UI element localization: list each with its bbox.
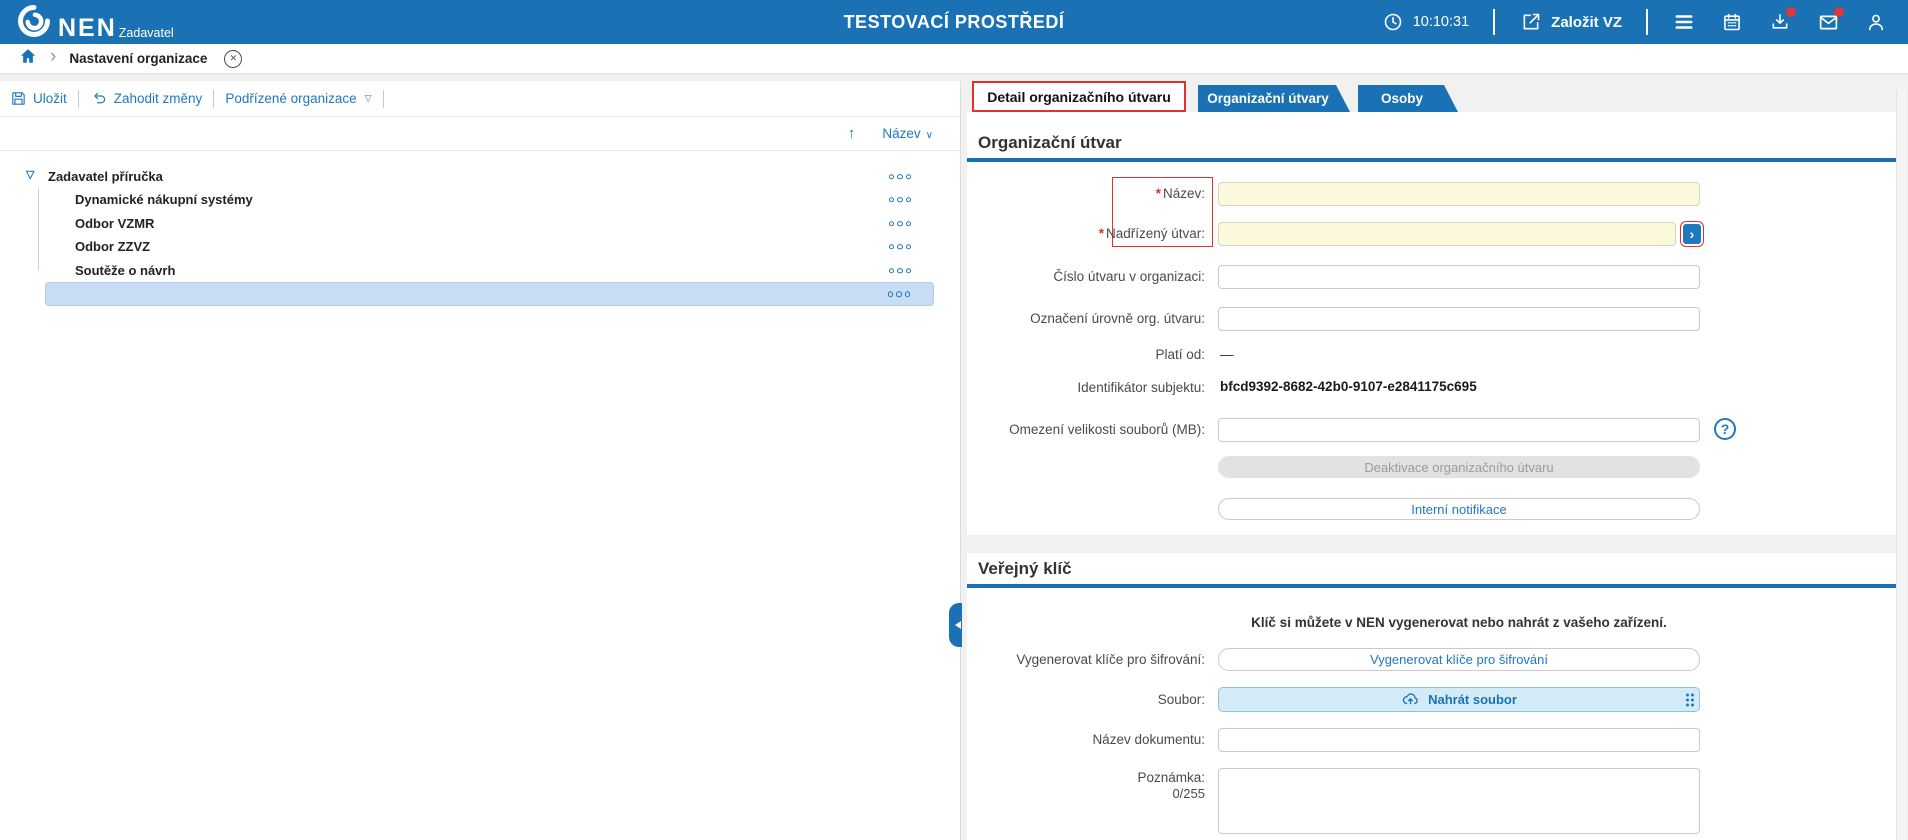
close-page-icon[interactable]: ✕ <box>224 50 242 68</box>
field-label-file: Soubor: <box>965 692 1205 707</box>
suborganizations-menu[interactable]: Podřízené organizace ▽ <box>225 91 371 106</box>
sort-ascending-icon[interactable]: ↑ <box>848 125 856 142</box>
subject-id-value: bfcd9392-8682-42b0-9107-e2841175c695 <box>1220 379 1477 394</box>
public-key-info-text: Klíč si můžete v NEN vygenerovat nebo na… <box>1218 615 1700 630</box>
chevron-down-icon: ∨ <box>926 130 933 141</box>
section-underline <box>967 158 1896 162</box>
row-menu-icon[interactable] <box>889 174 912 180</box>
org-structure-panel: Uložit Zahodit změny Podřízené organizac… <box>0 81 961 840</box>
collapse-panel-handle[interactable] <box>949 603 962 647</box>
field-label-unit-number: Číslo útvaru v organizaci: <box>965 269 1205 284</box>
drag-grip-icon[interactable] <box>1686 693 1694 706</box>
undo-icon <box>90 90 108 108</box>
clock-time: 10:10:31 <box>1381 10 1469 34</box>
left-toolbar: Uložit Zahodit změny Podřízené organizac… <box>0 81 960 117</box>
save-icon <box>10 90 27 107</box>
detail-panel: Detail organizačního útvaru Organizační … <box>962 75 1908 840</box>
toolbar-separator <box>213 90 214 108</box>
parent-unit-picker-button[interactable]: › <box>1683 224 1701 244</box>
field-label-unit-level: Označení úrovně org. útvaru: <box>965 311 1205 326</box>
name-input[interactable] <box>1218 182 1700 206</box>
tree-row[interactable]: Dynamické nákupní systémy <box>0 188 960 211</box>
menu-icon[interactable] <box>1672 10 1696 34</box>
brand-name: NEN <box>58 15 117 41</box>
mail-icon[interactable] <box>1816 10 1840 34</box>
breadcrumb: › Nastavení organizace ✕ <box>0 44 1908 74</box>
topbar-divider <box>1493 9 1495 35</box>
brand-role: Zadavatel <box>119 26 174 40</box>
top-bar: NEN Zadavatel TESTOVACÍ PROSTŘEDÍ 10:10:… <box>0 0 1908 44</box>
row-menu-icon[interactable] <box>889 197 912 203</box>
mail-badge <box>1834 7 1844 17</box>
cloud-upload-icon <box>1401 690 1420 709</box>
column-name-sort[interactable]: Název∨ <box>882 126 933 141</box>
row-menu-icon[interactable] <box>889 268 912 274</box>
tab-detail-org-unit[interactable]: Detail organizačního útvaru <box>972 81 1186 112</box>
row-menu-icon[interactable] <box>889 244 912 250</box>
field-label-name: *Název: <box>965 186 1205 201</box>
field-label-valid-from: Platí od: <box>965 347 1205 362</box>
field-label-subject-id: Identifikátor subjektu: <box>965 380 1205 395</box>
tree-row-selected-new[interactable] <box>45 282 934 306</box>
save-button[interactable]: Uložit <box>10 90 67 107</box>
discard-changes-button[interactable]: Zahodit změny <box>90 90 203 108</box>
tree-row-root[interactable]: ▽ Zadavatel příručka <box>0 165 960 188</box>
file-size-limit-input[interactable] <box>1218 418 1700 442</box>
help-icon[interactable]: ? <box>1714 418 1736 440</box>
field-label-file-size-limit: Omezení velikosti souborů (MB): <box>965 422 1205 437</box>
org-tree: ▽ Zadavatel příručka Dynamické nákupní s… <box>0 151 960 840</box>
clock-icon <box>1381 10 1405 34</box>
current-time: 10:10:31 <box>1413 14 1469 30</box>
tab-org-units[interactable]: Organizační útvary <box>1198 85 1350 112</box>
field-label-note: Poznámka: <box>965 770 1205 785</box>
user-icon[interactable] <box>1864 10 1888 34</box>
internal-notifications-button[interactable]: Interní notifikace <box>1218 498 1700 520</box>
section-underline <box>967 584 1896 588</box>
breadcrumb-chevron-icon: › <box>50 49 56 65</box>
document-name-input[interactable] <box>1218 728 1700 752</box>
create-vz-button[interactable]: Založit VZ <box>1519 10 1622 34</box>
row-menu-icon[interactable] <box>888 291 911 297</box>
unit-number-input[interactable] <box>1218 265 1700 289</box>
dropdown-triangle-icon: ▽ <box>365 93 372 104</box>
downloads-badge <box>1786 7 1796 17</box>
note-char-counter: 0/255 <box>965 786 1205 801</box>
row-menu-icon[interactable] <box>889 221 912 227</box>
topbar-divider <box>1646 9 1648 35</box>
tree-row[interactable]: Soutěže o návrh <box>0 259 960 282</box>
tree-row[interactable]: Odbor VZMR <box>0 212 960 235</box>
brand[interactable]: NEN Zadavatel <box>0 3 174 41</box>
generate-keys-button[interactable]: Vygenerovat klíče pro šifrování <box>1218 648 1700 671</box>
vertical-scrollbar[interactable] <box>1896 90 1905 840</box>
nen-logo-icon <box>16 3 52 39</box>
field-label-generate-keys: Vygenerovat klíče pro šifrování: <box>965 652 1205 667</box>
tab-persons[interactable]: Osoby <box>1358 85 1458 112</box>
collapse-arrow-icon <box>951 621 961 629</box>
downloads-icon[interactable] <box>1768 10 1792 34</box>
field-label-document-name: Název dokumentu: <box>965 732 1205 747</box>
breadcrumb-page[interactable]: Nastavení organizace <box>69 51 207 66</box>
deactivate-unit-button[interactable]: Deaktivace organizačního útvaru <box>1218 456 1700 478</box>
toolbar-separator <box>78 90 79 108</box>
tree-column-header: ↑ Název∨ <box>0 117 960 151</box>
unit-level-input[interactable] <box>1218 307 1700 331</box>
parent-unit-input[interactable] <box>1218 222 1676 246</box>
section-title-public-key: Veřejný klíč <box>978 559 1072 579</box>
tree-row[interactable]: Odbor ZZVZ <box>0 235 960 258</box>
edit-icon <box>1519 10 1543 34</box>
home-icon[interactable] <box>19 47 37 70</box>
upload-file-button[interactable]: Nahrát soubor <box>1218 687 1700 712</box>
field-label-parent-unit: *Nadřízený útvar: <box>965 226 1205 241</box>
note-textarea[interactable] <box>1218 768 1700 834</box>
toolbar-separator <box>383 90 384 108</box>
expander-icon[interactable]: ▽ <box>26 168 34 181</box>
calendar-icon[interactable] <box>1720 10 1744 34</box>
section-title-org-unit: Organizační útvar <box>978 133 1122 153</box>
valid-from-value: — <box>1220 347 1234 362</box>
